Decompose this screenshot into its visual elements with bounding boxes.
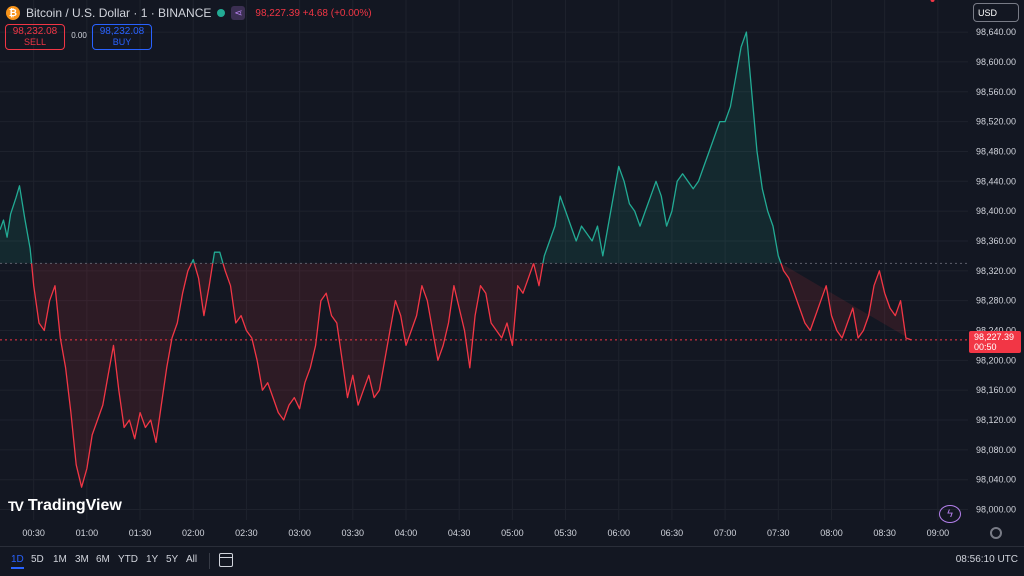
range-1d[interactable]: 1D — [11, 554, 24, 569]
buy-button[interactable]: 98,232.08 BUY — [92, 24, 152, 50]
y-tick-label: 98,640.00 — [976, 27, 1016, 37]
area-fill-up — [542, 32, 781, 264]
chart-grid — [0, 0, 968, 520]
y-axis-labels: 98,000.00 98,040.00 98,080.00 98,120.00 98,1… — [976, 27, 1016, 514]
symbol-header: ₿ Bitcoin / U.S. Dollar · 1 · BINANCE ⋖ … — [6, 4, 372, 22]
y-tick-label: 98,200.00 — [976, 355, 1016, 365]
bitcoin-icon: ₿ — [6, 6, 20, 20]
range-3m[interactable]: 3M — [75, 554, 89, 565]
range-6m[interactable]: 6M — [96, 554, 110, 565]
y-tick-label: 98,280.00 — [976, 296, 1016, 306]
bottom-toolbar: 1D 5D 1M 3M 6M YTD 1Y 5Y All 08:56:10 UT… — [0, 546, 1024, 576]
x-tick-label: 01:00 — [76, 528, 99, 538]
y-tick-label: 98,480.00 — [976, 146, 1016, 156]
range-1m[interactable]: 1M — [53, 554, 67, 565]
sell-label: SELL — [23, 37, 47, 47]
x-axis-labels: 00:30 01:00 01:30 02:00 02:30 03:00 03:30 04:00… — [22, 528, 949, 538]
y-tick-label: 98,400.00 — [976, 206, 1016, 216]
x-tick-label: 04:30 — [448, 528, 471, 538]
lightning-icon[interactable]: ϟ — [939, 505, 961, 523]
x-tick-label: 03:30 — [342, 528, 365, 538]
area-fill-down — [223, 263, 534, 420]
x-tick-label: 04:00 — [395, 528, 418, 538]
range-5d[interactable]: 5D — [31, 554, 44, 565]
x-tick-label: 01:30 — [129, 528, 152, 538]
buy-price: 98,232.08 — [99, 26, 145, 37]
x-tick-label: 08:00 — [820, 528, 843, 538]
price-change: 98,227.39 +4.68 (+0.00%) — [255, 7, 372, 19]
price-chart[interactable]: 98,000.00 98,040.00 98,080.00 98,120.00 98,1… — [0, 0, 1024, 546]
logo-text: TradingView — [27, 497, 122, 514]
x-tick-label: 07:30 — [767, 528, 790, 538]
utc-clock[interactable]: 08:56:10 UTC — [956, 554, 1018, 565]
x-tick-label: 07:00 — [714, 528, 737, 538]
y-tick-label: 98,600.00 — [976, 57, 1016, 67]
y-tick-label: 98,520.00 — [976, 117, 1016, 127]
range-5y[interactable]: 5Y — [166, 554, 178, 565]
buy-label: BUY — [112, 37, 132, 47]
x-tick-label: 05:00 — [501, 528, 524, 538]
last-point-dot — [930, 0, 935, 2]
y-tick-label: 98,440.00 — [976, 176, 1016, 186]
y-tick-label: 98,000.00 — [976, 505, 1016, 515]
y-tick-label: 98,360.00 — [976, 236, 1016, 246]
area-fills — [0, 32, 912, 488]
x-tick-label: 02:30 — [235, 528, 258, 538]
sell-price: 98,232.08 — [12, 26, 58, 37]
range-ytd[interactable]: YTD — [118, 554, 138, 565]
last-price-tag: 98,227.39 00:50 — [969, 331, 1021, 353]
range-all[interactable]: All — [186, 554, 197, 565]
y-tick-label: 98,120.00 — [976, 415, 1016, 425]
calendar-icon[interactable] — [219, 553, 233, 567]
green-dot-icon — [217, 9, 226, 17]
share-icon[interactable]: ⋖ — [231, 6, 246, 20]
x-tick-label: 09:00 — [927, 528, 950, 538]
toolbar-divider — [209, 553, 210, 569]
spread-value: 0.00 — [71, 31, 87, 40]
tradingview-logo-icon: TV — [8, 498, 24, 514]
y-tick-label: 98,560.00 — [976, 87, 1016, 97]
y-tick-label: 98,320.00 — [976, 266, 1016, 276]
x-tick-label: 00:30 — [22, 528, 45, 538]
currency-select[interactable]: USD — [973, 3, 1019, 22]
bar-countdown: 00:50 — [974, 342, 997, 352]
symbol-title[interactable]: Bitcoin / U.S. Dollar · 1 · BINANCE — [26, 6, 211, 20]
x-tick-label: 08:30 — [873, 528, 896, 538]
x-tick-label: 06:00 — [607, 528, 630, 538]
x-tick-label: 03:00 — [288, 528, 311, 538]
gear-icon[interactable] — [990, 527, 1002, 539]
last-price-value: 98,227.39 — [974, 332, 1015, 342]
x-tick-label: 05:30 — [554, 528, 577, 538]
y-tick-label: 98,080.00 — [976, 445, 1016, 455]
range-1y[interactable]: 1Y — [146, 554, 158, 565]
tradingview-logo[interactable]: TV TradingView — [8, 497, 122, 515]
sell-button[interactable]: 98,232.08 SELL — [5, 24, 65, 50]
y-tick-label: 98,160.00 — [976, 385, 1016, 395]
y-tick-label: 98,040.00 — [976, 475, 1016, 485]
x-tick-label: 06:30 — [661, 528, 684, 538]
x-tick-label: 02:00 — [182, 528, 205, 538]
